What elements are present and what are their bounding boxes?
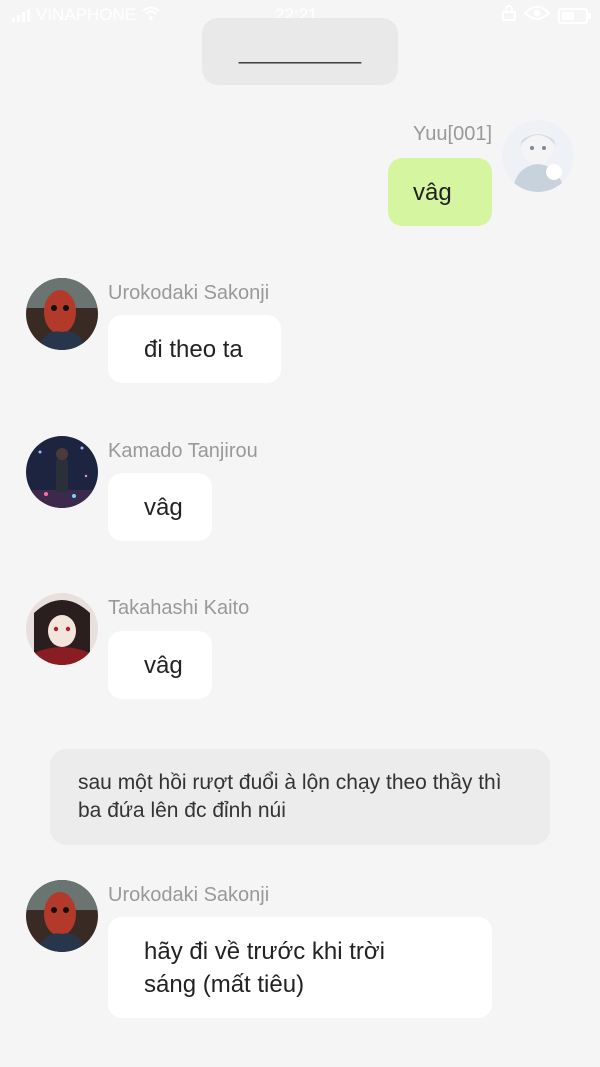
message-bubble: vâg	[108, 631, 212, 699]
message-bubble: vâg	[108, 473, 212, 541]
message-bubble: hãy đi về trước khi trời sáng (mất tiêu)	[108, 917, 492, 1018]
message-bubble: đi theo ta	[108, 315, 281, 383]
battery-icon	[558, 7, 591, 24]
signal-icon	[12, 8, 30, 22]
sender-name: Takahashi Kaito	[108, 597, 250, 619]
sender-name: Yuu[001]	[413, 123, 492, 145]
avatar[interactable]	[502, 120, 574, 192]
narration-box: sau một hồi rượt đuổi à lộn chạy theo th…	[50, 749, 550, 845]
message-bubble: vâg	[388, 158, 492, 226]
sender-name: Urokodaki Sakonji	[108, 884, 270, 906]
status-left: VINAPHONE	[12, 5, 160, 25]
avatar[interactable]	[26, 278, 98, 350]
avatar[interactable]	[26, 593, 98, 665]
avatar[interactable]	[26, 880, 98, 952]
sender-name: Kamado Tanjirou	[108, 440, 258, 462]
lock-icon	[502, 5, 516, 26]
eye-icon	[523, 5, 551, 26]
chapter-banner: __________	[202, 18, 398, 85]
avatar[interactable]	[26, 436, 98, 508]
status-right	[502, 5, 591, 26]
carrier-label: VINAPHONE	[36, 5, 137, 24]
sender-name: Urokodaki Sakonji	[108, 282, 270, 304]
wifi-icon	[142, 5, 160, 25]
